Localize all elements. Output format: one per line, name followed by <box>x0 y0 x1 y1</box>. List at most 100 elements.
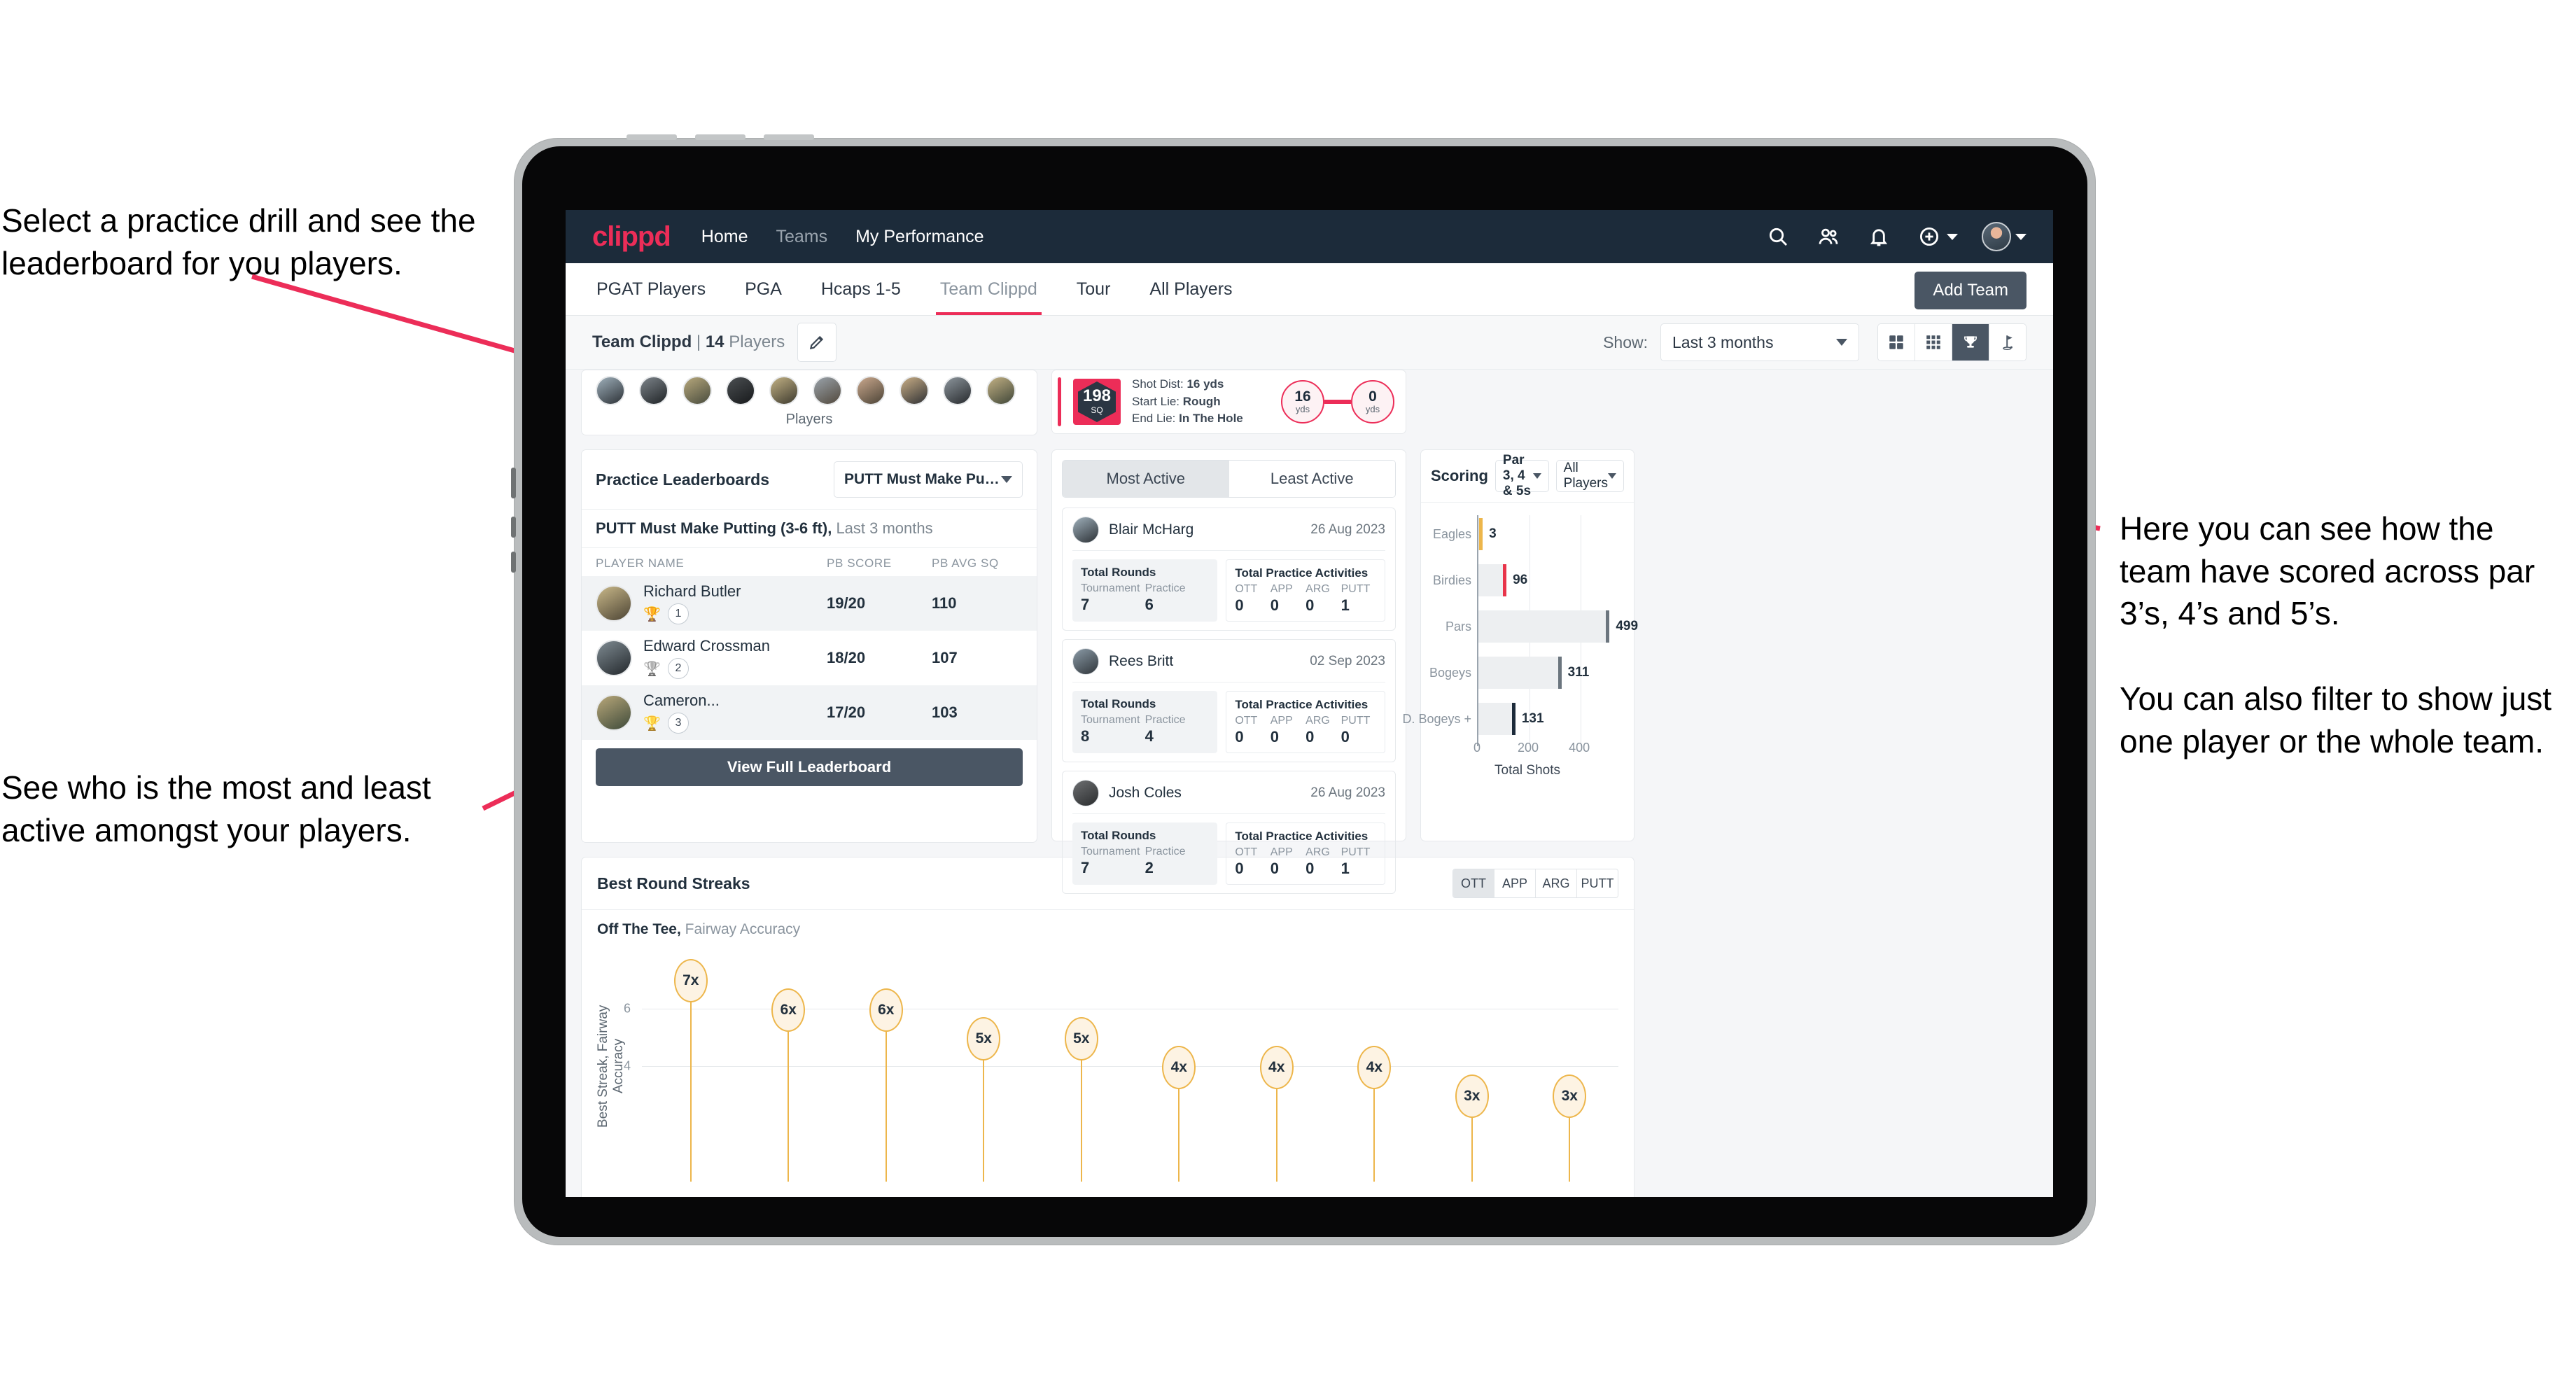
pb-score: 17/20 <box>827 704 866 721</box>
annotation-bottom-left: See who is the most and least active amo… <box>1 769 440 848</box>
best-round-streaks-card: Best Round Streaks OTT APP ARG PUTT Off … <box>581 857 1634 1197</box>
edit-team-button[interactable] <box>797 323 837 362</box>
scoring-card: Scoring Par 3, 4 & 5s All Players Eagles… <box>1402 449 1638 841</box>
grid-4-icon[interactable] <box>1878 324 1915 360</box>
player-filter-select[interactable]: All Players <box>1555 460 1624 492</box>
nav-link-my-performance[interactable]: My Performance <box>855 227 983 247</box>
lollipop-stem[interactable]: 4x <box>1162 1046 1196 1182</box>
avatar[interactable] <box>943 376 972 405</box>
nav-link-home[interactable]: Home <box>701 227 748 247</box>
lollipop-stem[interactable]: 5x <box>967 1016 1001 1182</box>
date-range-select[interactable]: Last 3 months <box>1660 323 1859 361</box>
player-name: Rees Britt <box>1109 653 1174 669</box>
activity-date: 26 Aug 2023 <box>1310 785 1385 800</box>
main-widgets-row: Practice Leaderboards PUTT Must Make Put… <box>581 449 2038 894</box>
rounds-tournament: Tournament 8 <box>1081 714 1145 746</box>
pb-avg-sq: 107 <box>932 649 958 666</box>
people-icon[interactable] <box>1815 223 1842 250</box>
flag-icon[interactable] <box>1989 324 2026 360</box>
list-item[interactable]: Josh Coles 26 Aug 2023 Total Rounds Tour… <box>1062 771 1396 894</box>
bell-icon[interactable] <box>1865 223 1892 250</box>
avatar[interactable] <box>769 376 799 405</box>
player-badges: 🏆 3 <box>643 713 827 734</box>
trophy-icon[interactable] <box>1952 324 1989 360</box>
tab-team-clippd[interactable]: Team Clippd <box>935 263 1042 315</box>
lollipop-stem[interactable]: 7x <box>673 959 708 1182</box>
drill-select[interactable]: PUTT Must Make Putting ... <box>834 461 1023 498</box>
streaks-y-axis-title: Best Streak, Fairway Accuracy <box>596 1004 626 1128</box>
toggle-putt[interactable]: PUTT <box>1577 869 1618 897</box>
label: APP <box>1270 846 1293 858</box>
device-button-3 <box>764 134 814 140</box>
toggle-app[interactable]: APP <box>1494 869 1536 897</box>
team-name: Team Clippd <box>592 332 692 351</box>
practice-app: APP 0 <box>1270 846 1306 878</box>
bar-row: Birdies 96 <box>1433 564 1527 596</box>
tab-hcaps-1-5[interactable]: Hcaps 1-5 <box>817 263 905 315</box>
bar-end-cap <box>1606 610 1610 643</box>
avatar[interactable] <box>813 376 842 405</box>
total-rounds-title: Total Rounds <box>1081 566 1156 579</box>
clippd-logo[interactable]: clippd <box>592 221 671 253</box>
table-row[interactable]: Cameron... 🏆 3 17/20 103 <box>582 685 1037 740</box>
total-practice-title: Total Practice Activities <box>1235 698 1368 711</box>
account-menu-button[interactable] <box>1982 222 2026 251</box>
pb-avg-sq: 103 <box>932 704 958 721</box>
total-practice-title: Total Practice Activities <box>1235 566 1368 580</box>
add-menu-button[interactable] <box>1916 223 1958 250</box>
tab-all-players[interactable]: All Players <box>1145 263 1236 315</box>
practice-putt: PUTT 1 <box>1341 583 1376 615</box>
label: PUTT <box>1340 846 1371 858</box>
shot-quality-badge: 198 SQ <box>1073 379 1121 425</box>
lollipop-stem[interactable]: 4x <box>1357 1046 1392 1182</box>
lollipop-value-label: 3x <box>1455 1074 1489 1119</box>
value: 1 <box>1340 860 1350 877</box>
value: 0 <box>1235 728 1244 746</box>
value: 7 <box>1081 596 1090 613</box>
practice-ott: OTT 0 <box>1235 715 1270 746</box>
total-practice-box: Total Practice Activities OTT 0 APP 0 ARG 0… <box>1226 691 1385 753</box>
avatar[interactable] <box>639 376 668 405</box>
add-team-button[interactable]: Add Team <box>1914 272 2026 309</box>
device-button-2 <box>695 134 746 140</box>
avatar[interactable] <box>596 376 625 405</box>
grid-9-icon[interactable] <box>1915 324 1952 360</box>
par-filter-select[interactable]: Par 3, 4 & 5s <box>1494 453 1549 498</box>
view-full-leaderboard-button[interactable]: View Full Leaderboard <box>596 748 1023 786</box>
table-row[interactable]: Edward Crossman 🏆 2 18/20 107 <box>582 631 1037 685</box>
avatar[interactable] <box>899 376 929 405</box>
label: OTT <box>1235 715 1258 727</box>
value: 1 <box>1340 596 1350 614</box>
lollipop-stem[interactable]: 6x <box>869 988 903 1182</box>
annotation-top-left: Select a practice drill and see the lead… <box>1 202 485 281</box>
shot-dist-line: Shot Dist: 16 yds <box>1132 376 1243 393</box>
team-title: Team Clippd | 14 Players <box>592 332 785 352</box>
toggle-ott[interactable]: OTT <box>1453 869 1494 897</box>
lollipop-stem[interactable]: 4x <box>1259 1046 1294 1182</box>
lollipop-stem[interactable]: 6x <box>771 988 806 1182</box>
tab-pga[interactable]: PGA <box>741 263 786 315</box>
avatar[interactable] <box>682 376 712 405</box>
avatar[interactable] <box>986 376 1016 405</box>
toggle-arg[interactable]: ARG <box>1536 869 1577 897</box>
search-icon[interactable] <box>1765 223 1791 250</box>
tab-tour[interactable]: Tour <box>1072 263 1115 315</box>
list-item[interactable]: Blair McHarg 26 Aug 2023 Total Rounds To… <box>1062 507 1396 631</box>
lollipop-stem[interactable]: 3x <box>1553 1074 1587 1182</box>
avatar[interactable] <box>856 376 886 405</box>
tab-least-active[interactable]: Least Active <box>1228 461 1395 497</box>
value: 0 <box>1306 728 1315 746</box>
total-rounds-box: Total Rounds Tournament 8 Practice 4 <box>1072 691 1218 753</box>
practice-arg: ARG 0 <box>1306 583 1340 615</box>
nav-link-teams[interactable]: Teams <box>776 227 827 247</box>
lollipop-stem[interactable]: 5x <box>1064 1016 1098 1182</box>
tab-most-active[interactable]: Most Active <box>1063 461 1229 497</box>
table-row[interactable]: Richard Butler 🏆 1 19/20 110 <box>582 576 1037 631</box>
shot-quality-value: 198 <box>1082 386 1112 405</box>
total-rounds-box: Total Rounds Tournament 7 Practice 2 <box>1072 822 1218 885</box>
tab-pgat-players[interactable]: PGAT Players <box>592 263 710 315</box>
lollipop-stem[interactable]: 3x <box>1455 1074 1489 1182</box>
avatar[interactable] <box>726 376 755 405</box>
plus-circle-icon[interactable] <box>1916 223 1942 250</box>
list-item[interactable]: Rees Britt 02 Sep 2023 Total Rounds Tour… <box>1062 639 1396 762</box>
